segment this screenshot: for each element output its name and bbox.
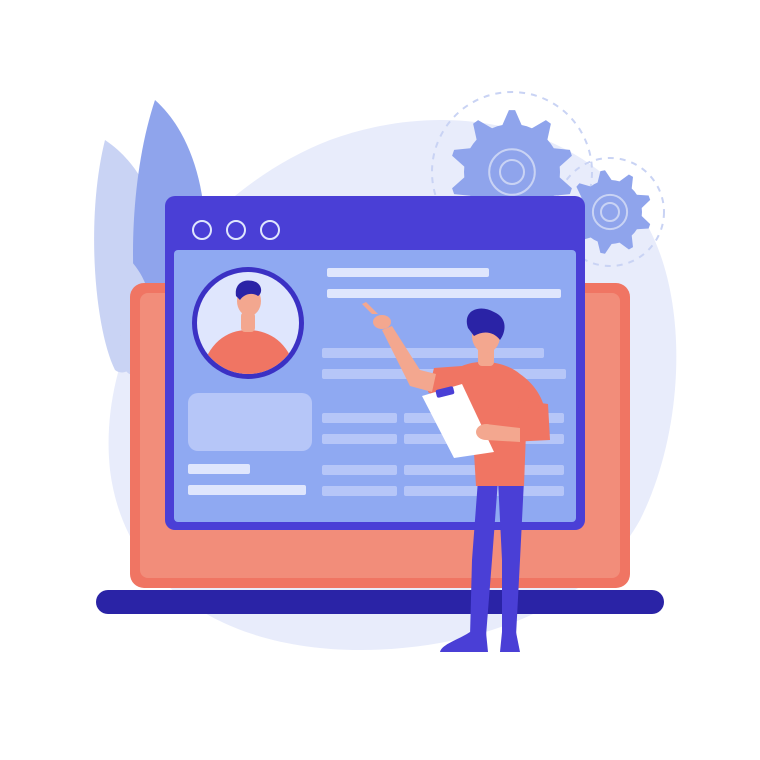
person-pointing-hand [373, 315, 391, 329]
person-right-shoe [500, 632, 520, 652]
content-line [327, 268, 489, 277]
laptop-base [96, 590, 664, 614]
illustration-scene [0, 0, 760, 760]
content-line [327, 289, 561, 298]
content-card [188, 393, 312, 451]
table-cell [322, 434, 397, 444]
illustration-svg [94, 91, 677, 652]
table-cell [322, 413, 397, 423]
content-line [188, 464, 250, 474]
content-line [188, 485, 306, 495]
table-cell [322, 486, 397, 496]
table-cell [322, 465, 397, 475]
content-line [322, 348, 544, 358]
